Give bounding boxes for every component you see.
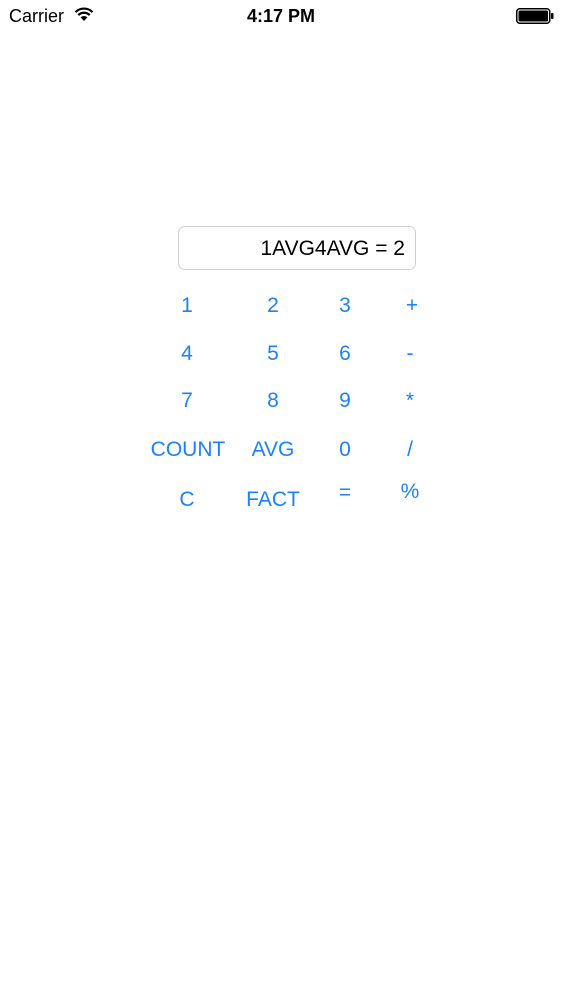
- plus-button[interactable]: +: [388, 288, 436, 324]
- key-6-button[interactable]: 6: [321, 336, 369, 372]
- multiply-button[interactable]: *: [386, 383, 434, 419]
- percent-button[interactable]: %: [386, 474, 434, 510]
- equals-button[interactable]: =: [321, 475, 369, 511]
- battery-icon: [516, 8, 554, 24]
- calculator-display[interactable]: 1AVG4AVG = 2: [178, 226, 416, 270]
- count-button[interactable]: COUNT: [143, 432, 233, 468]
- minus-button[interactable]: -: [386, 336, 434, 372]
- key-8-button[interactable]: 8: [249, 383, 297, 419]
- key-7-button[interactable]: 7: [163, 383, 211, 419]
- key-3-button[interactable]: 3: [321, 288, 369, 324]
- key-2-button[interactable]: 2: [249, 288, 297, 324]
- key-5-button[interactable]: 5: [249, 336, 297, 372]
- status-bar: Carrier 4:17 PM: [0, 0, 562, 32]
- key-9-button[interactable]: 9: [321, 383, 369, 419]
- key-0-button[interactable]: 0: [321, 432, 369, 468]
- display-text: 1AVG4AVG = 2: [260, 237, 405, 260]
- status-time: 4:17 PM: [246, 6, 316, 26]
- key-4-button[interactable]: 4: [163, 336, 211, 372]
- clear-button[interactable]: C: [163, 482, 211, 518]
- fact-button[interactable]: FACT: [238, 482, 308, 518]
- divide-button[interactable]: /: [386, 432, 434, 468]
- avg-button[interactable]: AVG: [243, 432, 303, 468]
- key-1-button[interactable]: 1: [163, 288, 211, 324]
